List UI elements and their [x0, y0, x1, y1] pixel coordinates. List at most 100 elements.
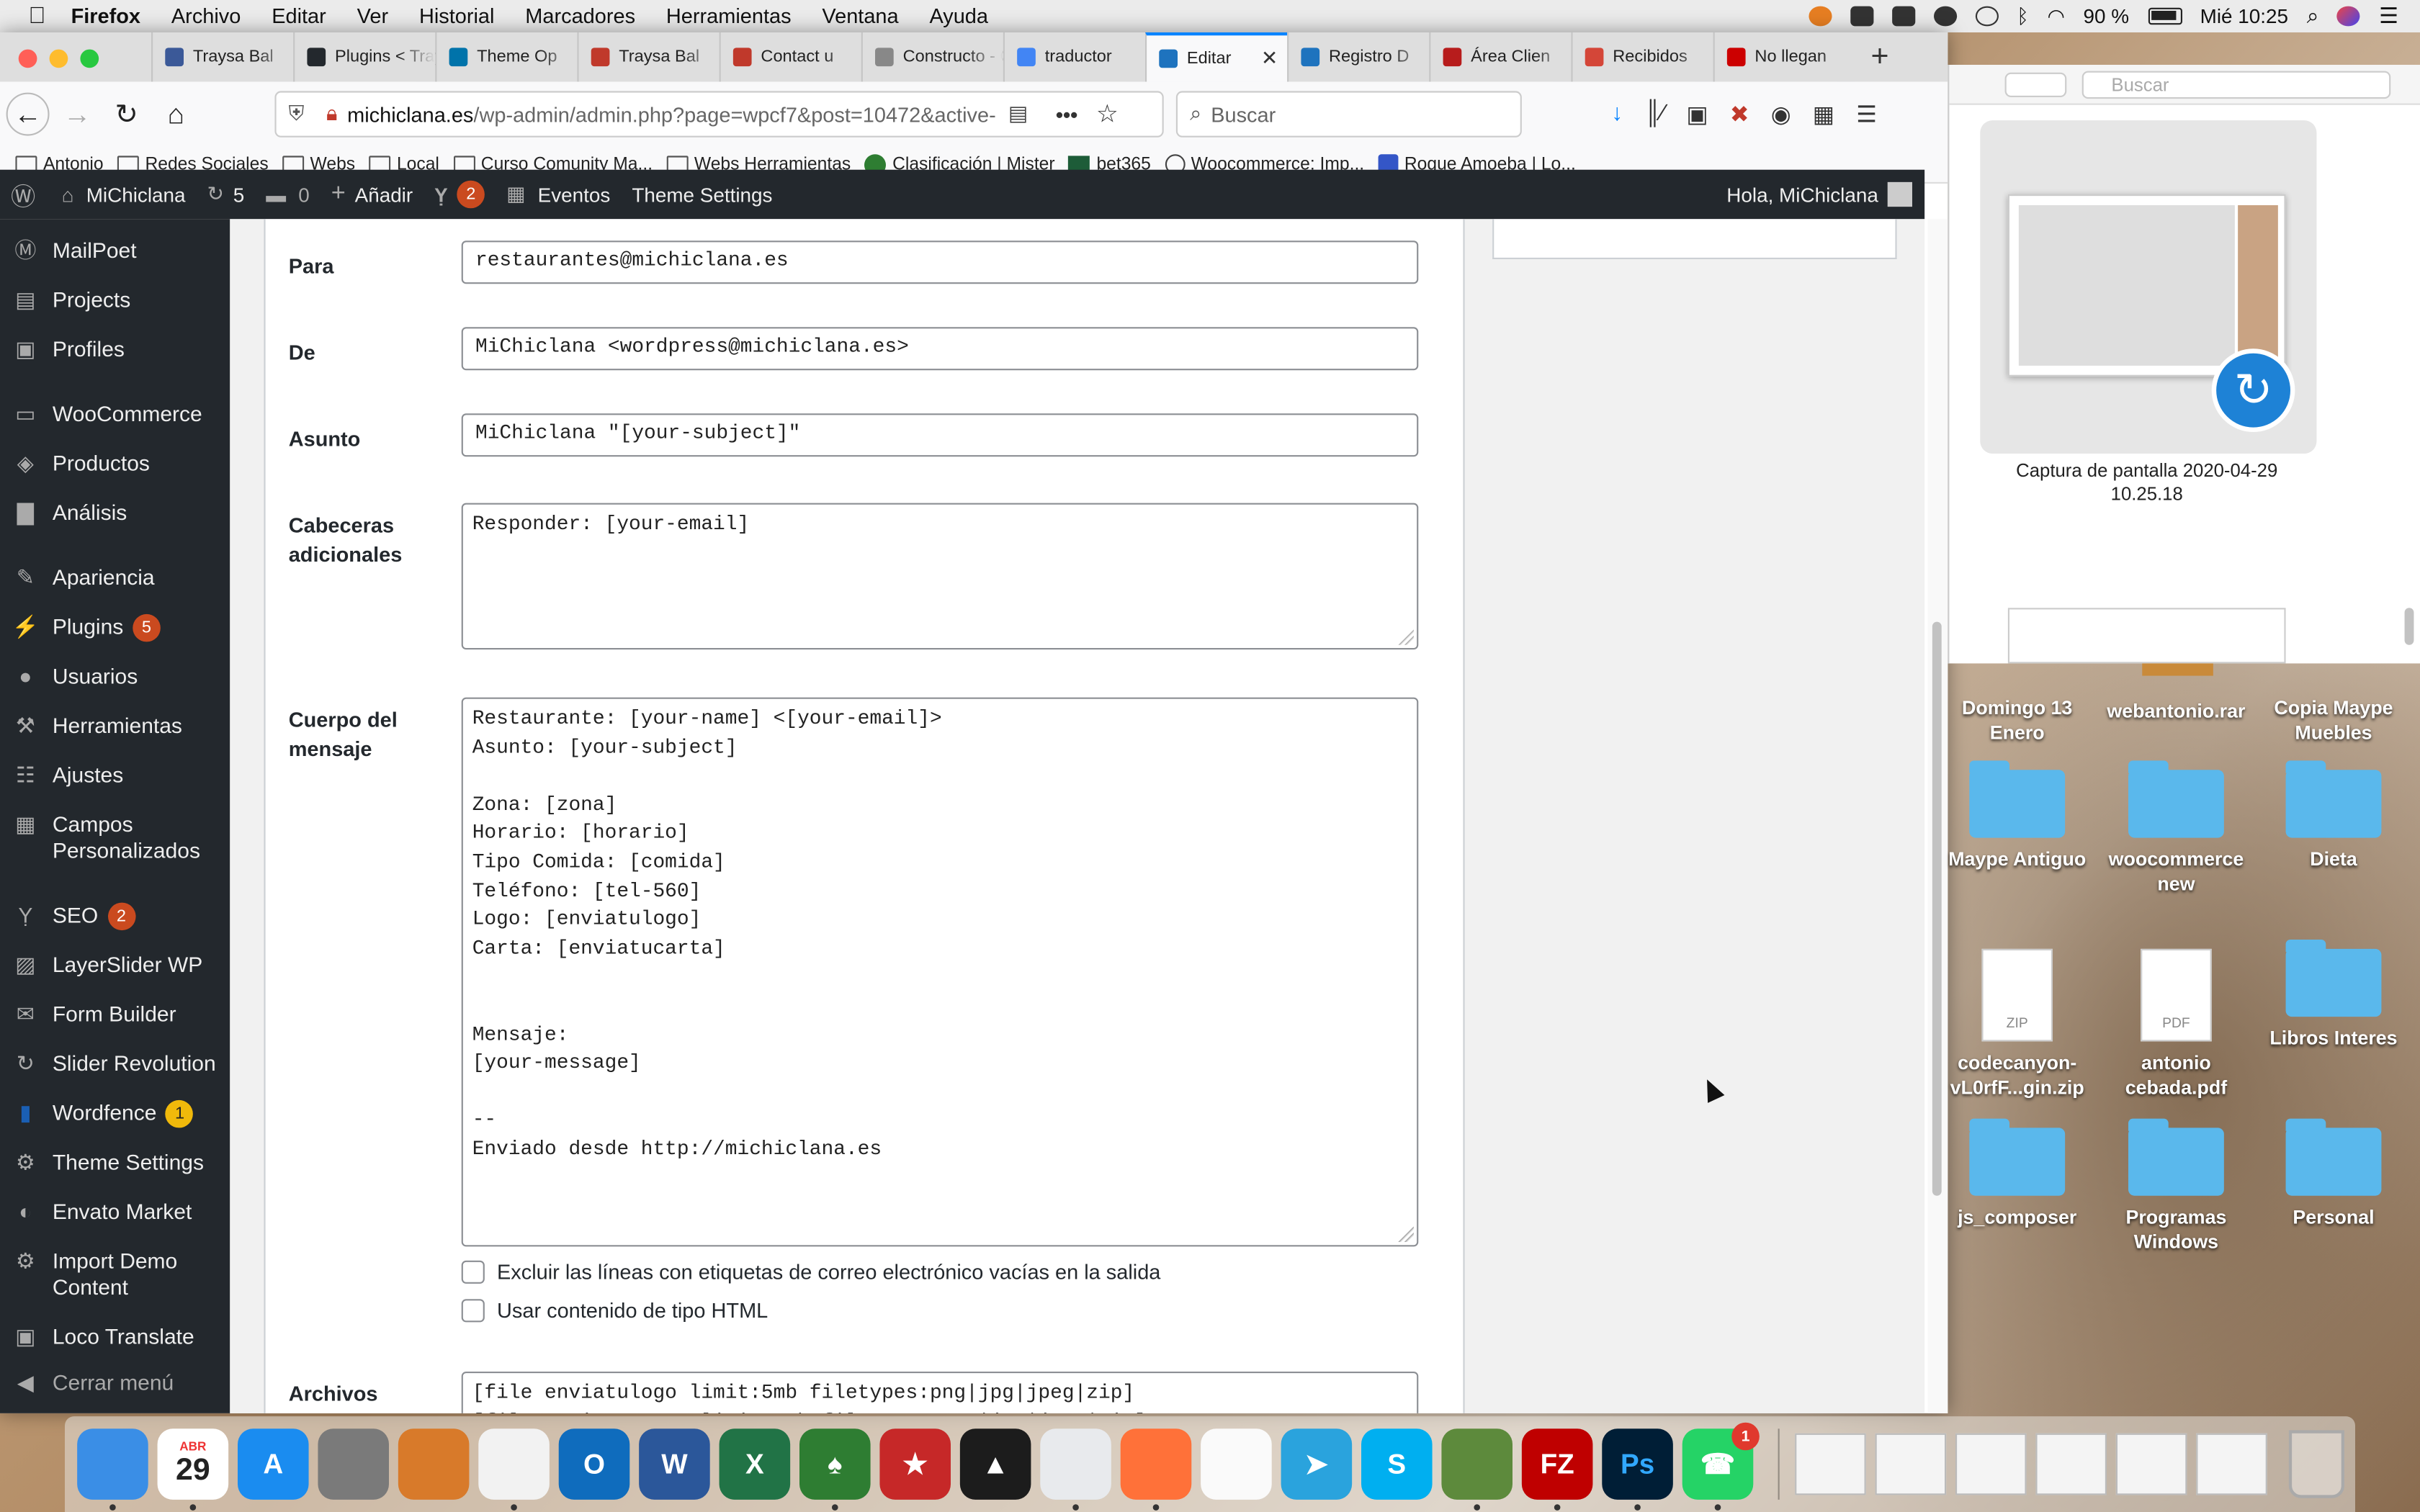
checkbox-box[interactable]	[461, 1260, 485, 1284]
browser-tab[interactable]: Plugins < Tray	[293, 32, 436, 82]
minimized-window-thumbnail[interactable]	[1795, 1433, 1866, 1495]
browser-tab[interactable]: Theme Op	[435, 32, 578, 82]
second-thumbnail[interactable]	[2007, 608, 2286, 664]
system-preferences-icon[interactable]	[318, 1428, 389, 1500]
mega-icon[interactable]	[1850, 6, 1873, 27]
sidebar-item[interactable]: ▣ Profiles	[0, 336, 230, 362]
updates-link[interactable]: ↻ 5	[207, 182, 245, 207]
whatsapp-icon[interactable]: ☎ 1	[1682, 1422, 1760, 1511]
forward-button[interactable]: →	[55, 93, 99, 136]
reload-button[interactable]: ↻	[105, 93, 148, 136]
sidebar-item[interactable]: ↻ Slider Revolution	[0, 1050, 230, 1076]
browser-tab[interactable]: Constructo - C	[861, 32, 1003, 82]
skype-icon[interactable]: S	[1361, 1428, 1433, 1500]
battery-icon[interactable]	[2147, 7, 2182, 25]
sidebar-item[interactable]: Ỵ SEO 2	[0, 902, 230, 931]
minimized-window-thumbnail[interactable]	[2196, 1433, 2267, 1495]
trash-icon[interactable]	[2288, 1430, 2344, 1498]
site-name-link[interactable]: ⌂ MiChiclana	[46, 183, 186, 206]
sidebar-item[interactable]: Ⓜ MailPoet	[0, 238, 230, 264]
clock[interactable]: Mié 10:25	[2200, 4, 2288, 27]
exclude-empty-checkbox[interactable]: Excluir las líneas con etiquetas de corr…	[461, 1260, 1160, 1284]
desktop-icon[interactable]: woocommerce new	[2099, 760, 2253, 896]
poker-icon[interactable]: ♠	[799, 1428, 871, 1511]
sidebar-item[interactable]: ◐ Envato Market	[0, 1199, 230, 1225]
desktop-icon[interactable]: RARwebantonio.rar	[2099, 696, 2253, 724]
yoast-seo-link[interactable]: Ỵ2	[434, 180, 485, 209]
sidebar-item[interactable]: ☷ Ajustes	[0, 762, 230, 788]
para-input[interactable]: restaurantes@michiclana.es	[461, 240, 1419, 284]
browser-tab[interactable]: Editar ✕	[1145, 32, 1288, 82]
filezilla-icon[interactable]: FZ	[1521, 1428, 1593, 1511]
add-new-link[interactable]: + Añadir	[331, 181, 413, 209]
events-link[interactable]: ▦ Eventos	[506, 182, 610, 207]
wordpress-logo-icon[interactable]: Ⓦ	[0, 176, 46, 212]
hamburger-menu-icon[interactable]: ☰	[1856, 100, 1877, 127]
checkbox-box[interactable]	[461, 1299, 485, 1323]
menu-historial[interactable]: Historial	[419, 4, 494, 27]
dropbox-menu-button[interactable]	[2004, 72, 2067, 97]
sidebar-item[interactable]: ▇ Análisis	[0, 500, 230, 526]
sidebar-item[interactable]: ⚒ Herramientas	[0, 713, 230, 739]
browser-tab[interactable]: Traysa Bal	[151, 32, 294, 82]
menu-archivo[interactable]: Archivo	[171, 4, 241, 27]
insecure-lock-icon[interactable]: 🔒︎	[316, 102, 347, 126]
finder-scrollbar[interactable]	[2404, 608, 2414, 645]
home-button[interactable]: ⌂	[154, 93, 197, 136]
my-account-link[interactable]: Hola, MiChiclana	[1726, 181, 1912, 207]
back-button[interactable]: ←	[6, 92, 50, 136]
page-actions-icon[interactable]: •••	[1056, 103, 1077, 126]
desktop-icon[interactable]: Personal	[2257, 1118, 2411, 1229]
sidebar-item[interactable]: ⚙ Import Demo Content	[0, 1248, 230, 1301]
extensions-icon[interactable]: ▦	[1813, 100, 1834, 127]
html-content-checkbox[interactable]: Usar contenido de tipo HTML	[461, 1299, 768, 1323]
resize-handle[interactable]	[1398, 629, 1414, 645]
close-window-button[interactable]	[18, 49, 37, 68]
sidebar-item[interactable]: ▨ LayerSlider WP	[0, 952, 230, 978]
minimized-window-thumbnail[interactable]	[2115, 1433, 2187, 1495]
sidebar-item[interactable]: ◈ Productos	[0, 451, 230, 477]
excel-icon[interactable]: X	[719, 1428, 791, 1500]
reader-view-icon[interactable]: ▤	[1008, 102, 1028, 126]
browser-tab[interactable]: Traysa Bal	[577, 32, 720, 82]
cabeceras-textarea[interactable]: Responder: [your-email]	[461, 503, 1419, 650]
bird-app-icon[interactable]	[1441, 1428, 1512, 1511]
minimize-window-button[interactable]	[49, 49, 68, 68]
desktop-icon[interactable]: Domingo 13 Enero	[1940, 696, 2094, 745]
menu-ayuda[interactable]: Ayuda	[929, 4, 988, 27]
firefox-icon[interactable]	[1120, 1428, 1192, 1511]
url-bar[interactable]: ⛨ 🔒︎ michiclana.es /wp-admin/admin.php?p…	[274, 91, 1164, 138]
desktop-icon[interactable]: Copia Maype Muebles	[2257, 696, 2411, 745]
asunto-input[interactable]: MiChiclana "[your-subject]"	[461, 413, 1419, 457]
new-tab-button[interactable]: +	[1855, 32, 1905, 82]
close-tab-icon[interactable]: ✕	[1261, 46, 1278, 71]
notification-center-icon[interactable]: ☰	[2379, 3, 2398, 29]
browser-tab[interactable]: Recibidos	[1571, 32, 1713, 82]
spotlight-icon[interactable]: ⌕	[2307, 3, 2319, 29]
downloads-icon[interactable]: ↓	[1611, 100, 1623, 128]
zoom-window-button[interactable]	[80, 49, 99, 68]
sidebar-item[interactable]: ▮ Wordfence 1	[0, 1099, 230, 1128]
sidebar-item[interactable]: ● Usuarios	[0, 663, 230, 689]
siri-icon[interactable]	[2337, 6, 2361, 27]
sidebar-item[interactable]: ⚙ Theme Settings	[0, 1149, 230, 1175]
chrome-icon[interactable]	[1040, 1428, 1111, 1511]
desktop-icon[interactable]: Libros Interes	[2257, 939, 2411, 1050]
photoshop-icon[interactable]: Ps	[1602, 1428, 1673, 1511]
pokerstars-icon[interactable]: ★	[879, 1428, 951, 1500]
de-input[interactable]: MiChiclana <wordpress@michiclana.es>	[461, 327, 1419, 371]
sidebar-item[interactable]: ▭ WooCommerce	[0, 401, 230, 427]
menu-marcadores[interactable]: Marcadores	[525, 4, 635, 27]
sidebar-item[interactable]: ▦ Campos Personalizados	[0, 811, 230, 864]
search-input[interactable]: ⌕ Buscar	[1175, 91, 1522, 138]
calendar-icon[interactable]: ABR 29	[157, 1428, 229, 1511]
menu-herramientas[interactable]: Herramientas	[666, 4, 792, 27]
resize-handle[interactable]	[1398, 1226, 1414, 1242]
desktop-icon[interactable]: Maype Antiguo	[1940, 760, 2094, 871]
account-icon[interactable]: ◉	[1771, 100, 1791, 127]
shield-icon[interactable]: ⛨	[277, 102, 317, 126]
finder-icon[interactable]	[77, 1428, 148, 1511]
browser-tab[interactable]: Contact u	[719, 32, 861, 82]
wifi-icon[interactable]: ◠	[2048, 4, 2065, 28]
bookmark-star-icon[interactable]: ☆	[1096, 99, 1119, 130]
